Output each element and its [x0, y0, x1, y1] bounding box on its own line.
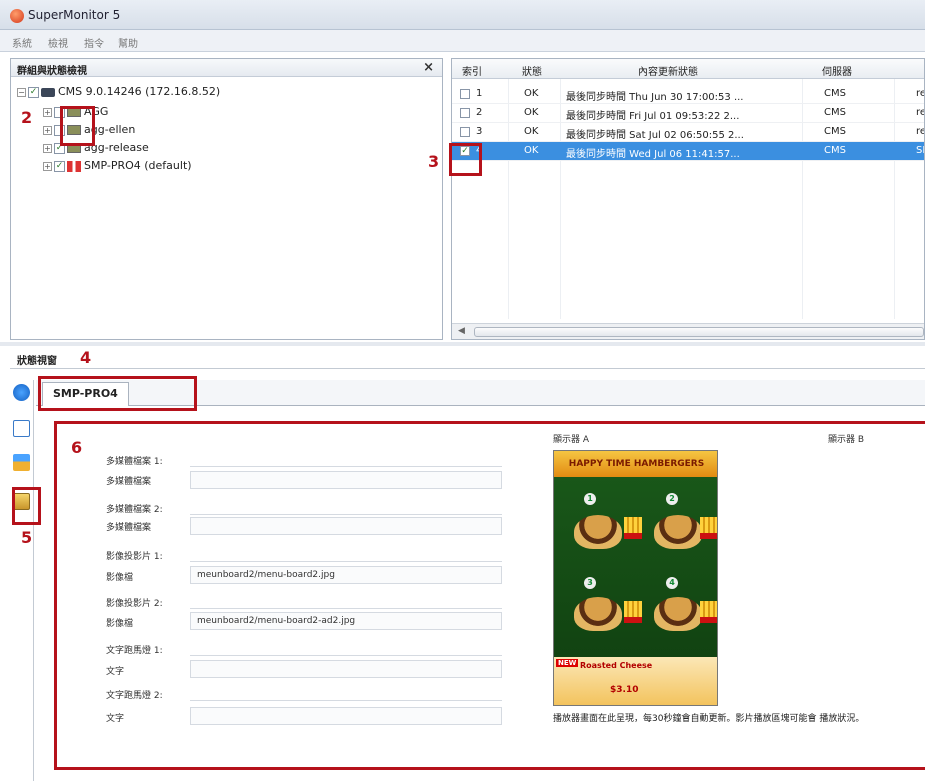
table-row-selected[interactable]: ✓ 4 OK 最後同步時間 Wed Jul 06 11:41:57... CMS…	[452, 142, 924, 161]
row-checkbox[interactable]	[460, 127, 470, 137]
table-header: 索引 狀態 內容更新狀態 伺服器	[452, 59, 924, 79]
menu-system[interactable]: 系統	[12, 35, 32, 50]
cell-server: CMS	[824, 126, 846, 137]
callout-number: 5	[21, 528, 33, 547]
row-checkbox[interactable]	[460, 89, 470, 99]
scrollbar-thumb[interactable]	[474, 327, 924, 337]
callout-box-toolbar-button	[12, 487, 41, 525]
column-server[interactable]: 伺服器	[822, 63, 852, 78]
cell-extra: SMP	[916, 145, 924, 156]
expand-icon[interactable]: +	[43, 125, 52, 135]
horizontal-scrollbar[interactable]: ◀	[452, 323, 924, 339]
callout-box-row-checkbox	[449, 143, 482, 176]
window-title: SuperMonitor 5	[28, 8, 121, 22]
cell-status: OK	[524, 88, 539, 99]
cell-status: OK	[524, 107, 539, 118]
tree-pane-header: 群組與狀態檢視 ×	[11, 59, 442, 77]
tree-item-label: SMP-PRO4 (default)	[84, 159, 192, 172]
document-icon[interactable]	[13, 420, 30, 437]
status-vertical-toolbar	[10, 380, 34, 781]
callout-box-tab	[38, 376, 197, 411]
table-row[interactable]: 2 OK 最後同步時間 Fri Jul 01 09:53:22 2... CMS…	[452, 104, 924, 123]
cell-server: CMS	[824, 145, 846, 156]
tree-item-smp-pro4[interactable]: + ✓ SMP-PRO4 (default)	[43, 159, 192, 177]
expand-icon[interactable]: +	[43, 143, 52, 153]
cell-status: OK	[524, 126, 539, 137]
tree-item-agg-release[interactable]: + ✓ agg-release	[43, 141, 149, 159]
menu-bar: 系統 檢視 指令 幫助	[0, 30, 925, 52]
callout-box-tree-checkboxes	[60, 106, 95, 146]
cell-index: 1	[476, 88, 483, 99]
info-icon[interactable]	[13, 384, 30, 401]
cell-index: 3	[476, 126, 483, 137]
status-window-title: 狀態視窗	[17, 356, 57, 367]
cell-status: OK	[524, 145, 539, 156]
cell-server: CMS	[824, 107, 846, 118]
network-icon	[67, 160, 81, 172]
menu-view[interactable]: 檢視	[48, 35, 68, 50]
title-bar: SuperMonitor 5	[0, 0, 925, 30]
tree-item-cms[interactable]: − ✓ CMS 9.0.14246 (172.16.8.52)	[17, 85, 220, 103]
column-update-status[interactable]: 內容更新狀態	[638, 63, 698, 78]
cell-extra: rel	[916, 88, 924, 99]
app-icon	[10, 9, 24, 23]
splitter[interactable]	[0, 342, 925, 346]
callout-number: 2	[21, 108, 33, 127]
callout-number: 3	[428, 152, 440, 171]
player-table-pane: 索引 狀態 內容更新狀態 伺服器 1 OK 最後同步時間 Thu Jun 30 …	[451, 58, 925, 340]
cell-index: 2	[476, 107, 483, 118]
tree-checkbox[interactable]: ✓	[28, 86, 39, 98]
cell-server: CMS	[824, 88, 846, 99]
column-index[interactable]: 索引	[462, 63, 482, 78]
cell-update: 最後同步時間 Fri Jul 01 09:53:22 2...	[566, 111, 740, 122]
close-icon[interactable]: ×	[423, 60, 434, 75]
cell-update: 最後同步時間 Thu Jun 30 17:00:53 ...	[566, 92, 744, 103]
row-checkbox[interactable]	[460, 108, 470, 118]
cell-update: 最後同步時間 Sat Jul 02 06:50:55 2...	[566, 130, 744, 141]
expand-icon[interactable]: +	[43, 107, 52, 117]
menu-command[interactable]: 指令	[84, 35, 104, 50]
callout-number: 4	[80, 348, 92, 367]
cell-update: 最後同步時間 Wed Jul 06 11:41:57...	[566, 149, 740, 160]
server-icon	[41, 87, 55, 97]
expand-icon[interactable]: +	[43, 161, 52, 171]
cell-extra: rel	[916, 126, 924, 137]
tree-item-label: CMS 9.0.14246 (172.16.8.52)	[58, 85, 221, 98]
download-icon[interactable]	[13, 454, 30, 471]
callout-number: 6	[71, 438, 83, 457]
menu-help[interactable]: 幫助	[118, 35, 138, 50]
column-status[interactable]: 狀態	[522, 63, 542, 78]
scroll-left-icon[interactable]: ◀	[458, 326, 465, 336]
tree-checkbox[interactable]: ✓	[54, 160, 65, 172]
group-status-tree-pane: 群組與狀態檢視 × − ✓ CMS 9.0.14246 (172.16.8.52) …	[10, 58, 443, 340]
collapse-icon[interactable]: −	[17, 87, 26, 97]
tree-pane-title: 群組與狀態檢視	[17, 66, 87, 77]
callout-box-content	[54, 421, 925, 770]
table-row[interactable]: 1 OK 最後同步時間 Thu Jun 30 17:00:53 ... CMS …	[452, 85, 924, 104]
table-row[interactable]: 3 OK 最後同步時間 Sat Jul 02 06:50:55 2... CMS…	[452, 123, 924, 142]
cell-extra: rel	[916, 107, 924, 118]
